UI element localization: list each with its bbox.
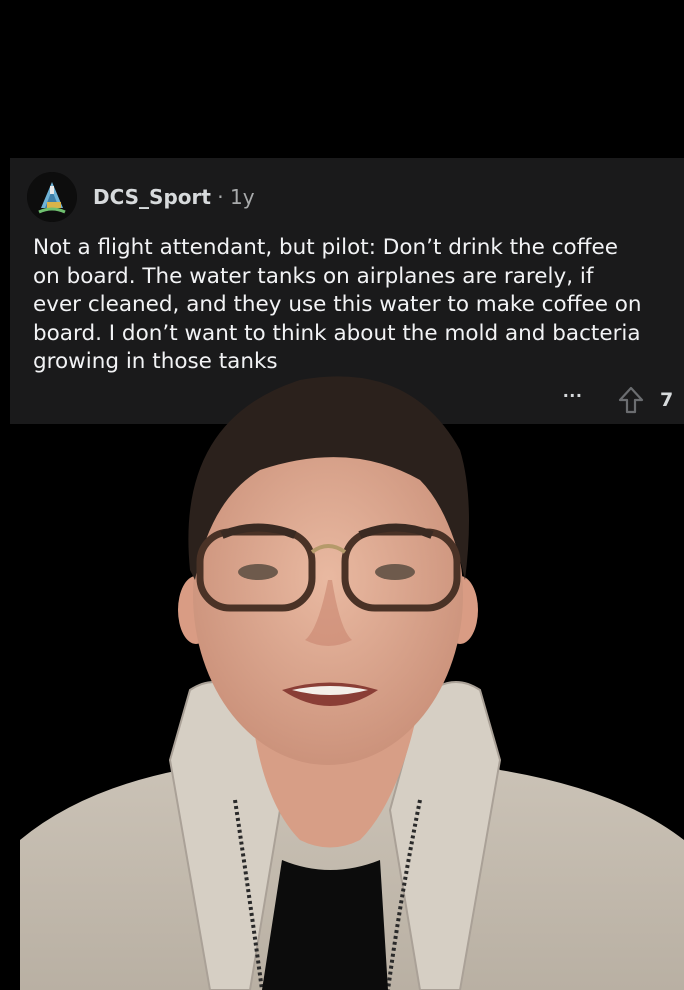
- comment-line: ever cleaned, and they use this water to…: [33, 292, 642, 317]
- avatar-icon: [27, 172, 77, 222]
- meta-separator: ·: [210, 185, 231, 209]
- comment-age: 1y: [230, 185, 255, 209]
- comment-line: on board. The water tanks on airplanes a…: [33, 263, 594, 289]
- avatar[interactable]: [27, 172, 77, 222]
- username[interactable]: DCS_Sport: [93, 185, 211, 209]
- comment-line: Not a flight attendant, but pilot: Don’t…: [33, 235, 618, 260]
- comment-meta: DCS_Sport · 1y: [93, 185, 255, 209]
- presenter-video: [20, 376, 684, 990]
